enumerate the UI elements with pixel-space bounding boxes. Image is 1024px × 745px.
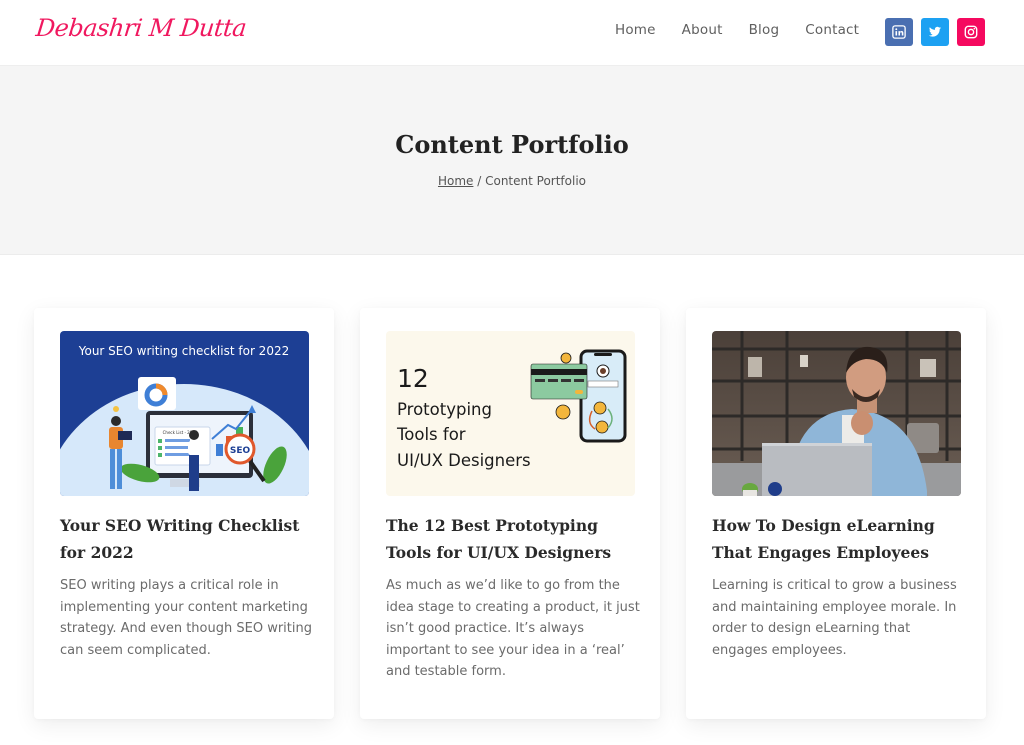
nav-about[interactable]: About — [682, 22, 723, 38]
linkedin-button[interactable] — [885, 18, 913, 46]
post-card: How To Design eLearning That Engages Emp… — [686, 308, 986, 719]
seo-banner-text: Your SEO writing checklist for 2022 — [78, 344, 289, 358]
instagram-icon — [964, 25, 978, 39]
proto-line1: Prototyping — [397, 400, 492, 419]
proto-number: 12 — [397, 364, 429, 393]
post-card: 12 Prototyping Tools for UI/UX Designers — [360, 308, 660, 719]
breadcrumb: Home / Content Portfolio — [0, 174, 1024, 188]
page-title: Content Portfolio — [395, 130, 629, 159]
breadcrumb-current: Content Portfolio — [485, 174, 586, 188]
instagram-button[interactable] — [957, 18, 985, 46]
prototyping-illustration: 12 Prototyping Tools for UI/UX Designers — [386, 331, 635, 496]
nav-contact[interactable]: Contact — [805, 22, 859, 38]
seo-badge-text: SEO — [230, 446, 251, 456]
post-thumbnail-prototyping[interactable]: 12 Prototyping Tools for UI/UX Designers — [386, 331, 635, 496]
post-title[interactable]: The 12 Best Prototyping Tools for UI/UX … — [386, 512, 646, 566]
twitter-icon — [928, 26, 942, 37]
proto-line2: Tools for — [396, 425, 466, 444]
twitter-button[interactable] — [921, 18, 949, 46]
seo-illustration: Your SEO writing checklist for 2022 Chec… — [60, 331, 309, 496]
nav-home[interactable]: Home — [615, 22, 656, 38]
post-thumbnail-seo[interactable]: Your SEO writing checklist for 2022 Chec… — [60, 331, 309, 496]
site-header: Debashri M Dutta Home About Blog Contact — [0, 0, 1024, 66]
post-title[interactable]: How To Design eLearning That Engages Emp… — [712, 512, 972, 566]
main-nav: Home About Blog Contact — [615, 22, 859, 38]
nav-blog[interactable]: Blog — [749, 22, 780, 38]
page-hero: Content Portfolio Home / Content Portfol… — [0, 66, 1024, 255]
post-card: Your SEO writing checklist for 2022 Chec… — [34, 308, 334, 719]
post-title[interactable]: Your SEO Writing Checklist for 2022 — [60, 512, 320, 566]
breadcrumb-separator: / — [473, 174, 486, 188]
post-thumbnail-elearning[interactable] — [712, 331, 961, 496]
breadcrumb-home-link[interactable]: Home — [438, 174, 473, 188]
post-excerpt: SEO writing plays a critical role in imp… — [60, 578, 312, 658]
post-excerpt: As much as we’d like to go from the idea… — [386, 578, 640, 680]
post-excerpt: Learning is critical to grow a business … — [712, 578, 957, 658]
man-laptop-photo — [712, 331, 961, 496]
social-links — [885, 18, 985, 46]
site-logo[interactable]: Debashri M Dutta — [35, 14, 248, 42]
linkedin-icon — [892, 25, 906, 39]
proto-line3: UI/UX Designers — [397, 451, 531, 470]
